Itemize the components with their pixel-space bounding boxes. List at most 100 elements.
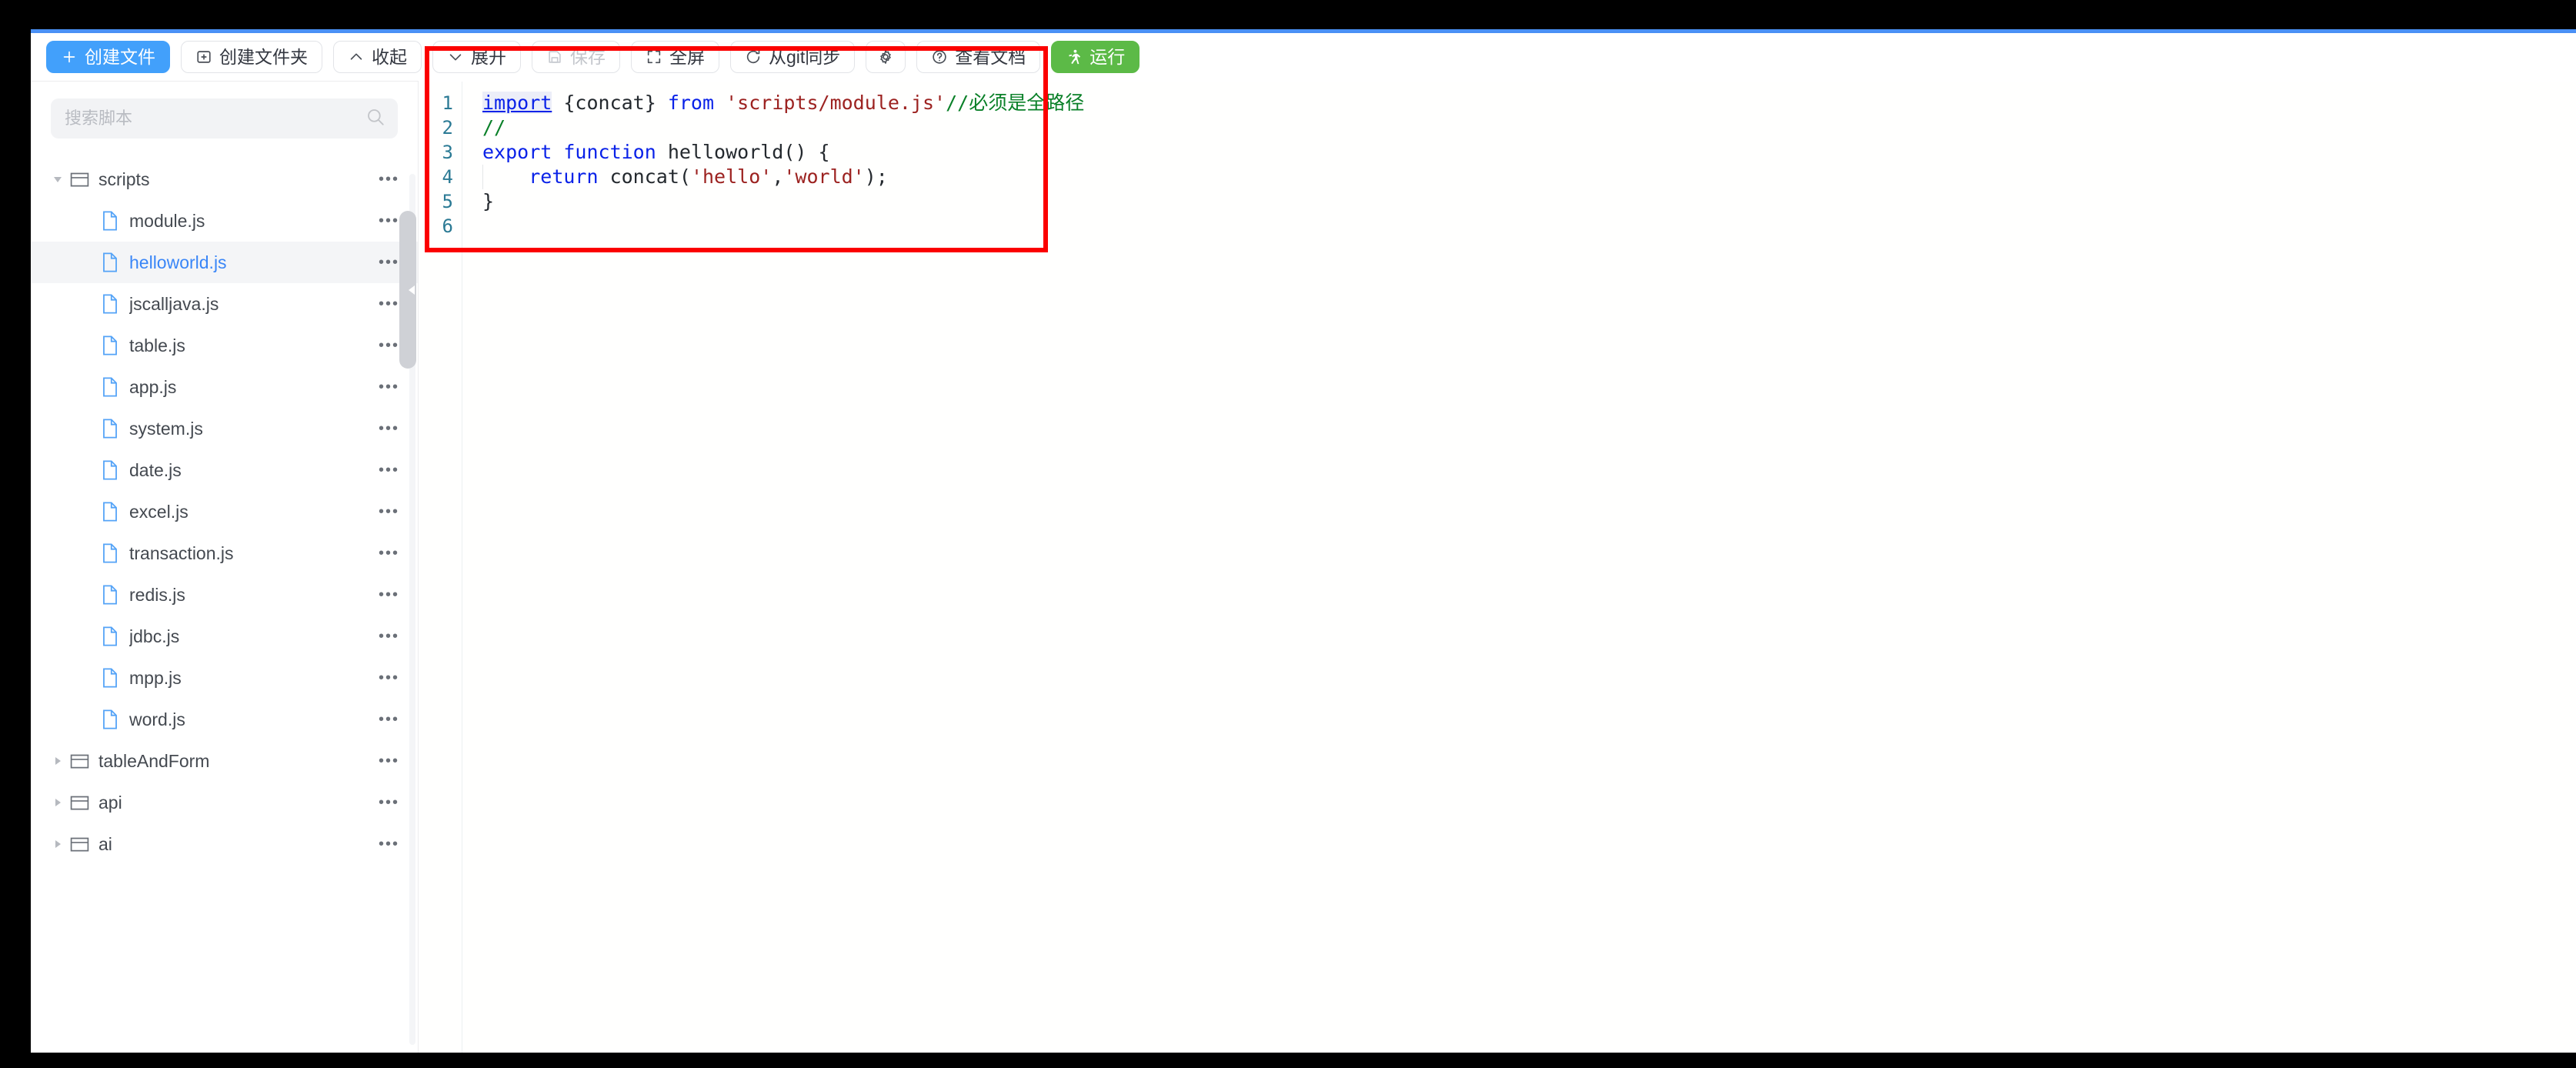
create-folder-button[interactable]: 创建文件夹 bbox=[181, 41, 322, 73]
tree-file-row[interactable]: module.js ••• bbox=[31, 200, 418, 242]
folder-icon bbox=[68, 835, 91, 853]
code-token: import bbox=[482, 92, 552, 114]
tree-file-row[interactable]: jscalljava.js ••• bbox=[31, 283, 418, 325]
file-icon bbox=[103, 294, 117, 314]
tree-file-row[interactable]: app.js ••• bbox=[31, 366, 418, 408]
file-icon bbox=[98, 335, 122, 355]
tree-row-menu-button[interactable]: ••• bbox=[379, 462, 399, 478]
view-docs-button[interactable]: 查看文档 bbox=[916, 41, 1041, 73]
code-line[interactable]: 3 export function helloworld() { bbox=[419, 140, 2576, 165]
tree-file-row[interactable]: date.js ••• bbox=[31, 449, 418, 491]
tree-row-menu-button[interactable]: ••• bbox=[379, 836, 399, 852]
tree-row-menu-button[interactable]: ••• bbox=[379, 753, 399, 769]
tree-folder-row[interactable]: scripts ••• bbox=[31, 159, 418, 200]
code-token: concat( bbox=[598, 165, 691, 188]
create-file-button[interactable]: 创建文件 bbox=[46, 41, 170, 73]
settings-button[interactable] bbox=[866, 41, 906, 73]
caret-right-icon[interactable] bbox=[48, 755, 68, 767]
file-icon bbox=[98, 460, 122, 480]
code-line[interactable]: 4 return concat('hello','world'); bbox=[419, 165, 2576, 189]
tree-file-row[interactable]: system.js ••• bbox=[31, 408, 418, 449]
expand-all-button-label: 展开 bbox=[471, 46, 506, 67]
tree-file-row[interactable]: excel.js ••• bbox=[31, 491, 418, 532]
code-line[interactable]: 6 bbox=[419, 214, 2576, 239]
search-box[interactable] bbox=[51, 98, 398, 139]
tree-file-row[interactable]: transaction.js ••• bbox=[31, 532, 418, 574]
tree-row-menu-button[interactable]: ••• bbox=[379, 504, 399, 519]
code-token: //必须是全路径 bbox=[946, 92, 1085, 114]
tree-row-menu-button[interactable]: ••• bbox=[379, 213, 399, 229]
tree-file-row[interactable]: helloworld.js ••• bbox=[31, 242, 418, 283]
file-icon bbox=[98, 626, 122, 646]
tree-row-menu-button[interactable]: ••• bbox=[379, 546, 399, 561]
tree-folder-row[interactable]: ai ••• bbox=[31, 823, 418, 865]
gear-icon bbox=[877, 48, 894, 65]
app-window: 创建文件 创建文件夹 收起 展开 保存 全屏 从git同步 查看文档 运行 scripts •••… bbox=[31, 29, 2576, 1053]
create-folder-button-label: 创建文件夹 bbox=[219, 46, 308, 67]
caret-down-icon[interactable] bbox=[48, 173, 68, 185]
code-content[interactable]: 1 import {concat} from 'scripts/module.js… bbox=[419, 82, 2576, 1053]
file-icon bbox=[98, 543, 122, 563]
tree-row-menu-button[interactable]: ••• bbox=[379, 712, 399, 727]
tree-item-label: redis.js bbox=[129, 584, 185, 605]
sidebar-collapse-handle[interactable] bbox=[404, 272, 418, 308]
save-button-label: 保存 bbox=[570, 46, 606, 67]
file-icon bbox=[103, 709, 117, 729]
folder-plus-icon bbox=[197, 51, 211, 63]
tree-row-menu-button[interactable]: ••• bbox=[379, 670, 399, 686]
file-icon bbox=[103, 377, 117, 397]
tree-folder-row[interactable]: tableAndForm ••• bbox=[31, 740, 418, 782]
tree-file-row[interactable]: table.js ••• bbox=[31, 325, 418, 366]
fullscreen-button[interactable]: 全屏 bbox=[631, 41, 719, 73]
tree-item-label: jscalljava.js bbox=[129, 293, 219, 314]
run-button[interactable]: 运行 bbox=[1051, 41, 1140, 73]
caret-right-icon[interactable] bbox=[48, 838, 68, 850]
tree-item-label: mpp.js bbox=[129, 667, 182, 688]
create-file-button-label: 创建文件 bbox=[85, 46, 155, 67]
code-token: // bbox=[482, 116, 506, 139]
tree-row-menu-button[interactable]: ••• bbox=[379, 629, 399, 644]
git-sync-button[interactable]: 从git同步 bbox=[730, 41, 856, 73]
tree-folder-row[interactable]: api ••• bbox=[31, 782, 418, 823]
tree-row-menu-button[interactable]: ••• bbox=[379, 795, 399, 810]
tree-row-menu-button[interactable]: ••• bbox=[379, 172, 399, 187]
tree-row-menu-button[interactable]: ••• bbox=[379, 379, 399, 395]
tree-row-menu-button[interactable]: ••• bbox=[379, 255, 399, 270]
file-icon bbox=[103, 211, 117, 231]
code-editor-pane[interactable]: 1 import {concat} from 'scripts/module.js… bbox=[419, 82, 2576, 1053]
chevron-up-icon bbox=[350, 53, 362, 60]
file-icon bbox=[98, 294, 122, 314]
code-line-text: import {concat} from 'scripts/module.js'… bbox=[482, 91, 1084, 115]
tree-file-row[interactable]: redis.js ••• bbox=[31, 574, 418, 616]
chevron-down-icon bbox=[447, 48, 464, 65]
file-icon bbox=[98, 252, 122, 272]
tree-row-menu-button[interactable]: ••• bbox=[379, 296, 399, 312]
code-token: {concat} bbox=[552, 92, 668, 114]
search-icon bbox=[365, 107, 385, 131]
tree-row-menu-button[interactable]: ••• bbox=[379, 421, 399, 436]
file-icon bbox=[103, 502, 117, 522]
tree-item-label: transaction.js bbox=[129, 542, 234, 563]
file-icon bbox=[103, 543, 117, 563]
tree-row-menu-button[interactable]: ••• bbox=[379, 587, 399, 602]
file-tree: scripts ••• module.js ••• helloworld.js ••• js… bbox=[31, 146, 418, 865]
code-line[interactable]: 1 import {concat} from 'scripts/module.js… bbox=[419, 91, 2576, 115]
tree-file-row[interactable]: word.js ••• bbox=[31, 699, 418, 740]
search-input[interactable] bbox=[63, 108, 359, 129]
main-toolbar: 创建文件 创建文件夹 收起 展开 保存 全屏 从git同步 查看文档 运行 bbox=[31, 33, 2576, 81]
code-line[interactable]: 5} bbox=[419, 189, 2576, 214]
collapse-all-button[interactable]: 收起 bbox=[333, 41, 422, 73]
tree-row-menu-button[interactable]: ••• bbox=[379, 338, 399, 353]
code-line-text: } bbox=[482, 189, 494, 214]
expand-all-button[interactable]: 展开 bbox=[432, 41, 521, 73]
code-token: from bbox=[667, 92, 715, 114]
tree-item-label: helloworld.js bbox=[129, 252, 227, 272]
line-number: 2 bbox=[442, 117, 453, 139]
fullscreen-icon bbox=[647, 50, 661, 64]
tree-file-row[interactable]: mpp.js ••• bbox=[31, 657, 418, 699]
code-line[interactable]: 2 // bbox=[419, 115, 2576, 140]
caret-right-icon[interactable] bbox=[48, 796, 68, 809]
tree-file-row[interactable]: jdbc.js ••• bbox=[31, 616, 418, 657]
